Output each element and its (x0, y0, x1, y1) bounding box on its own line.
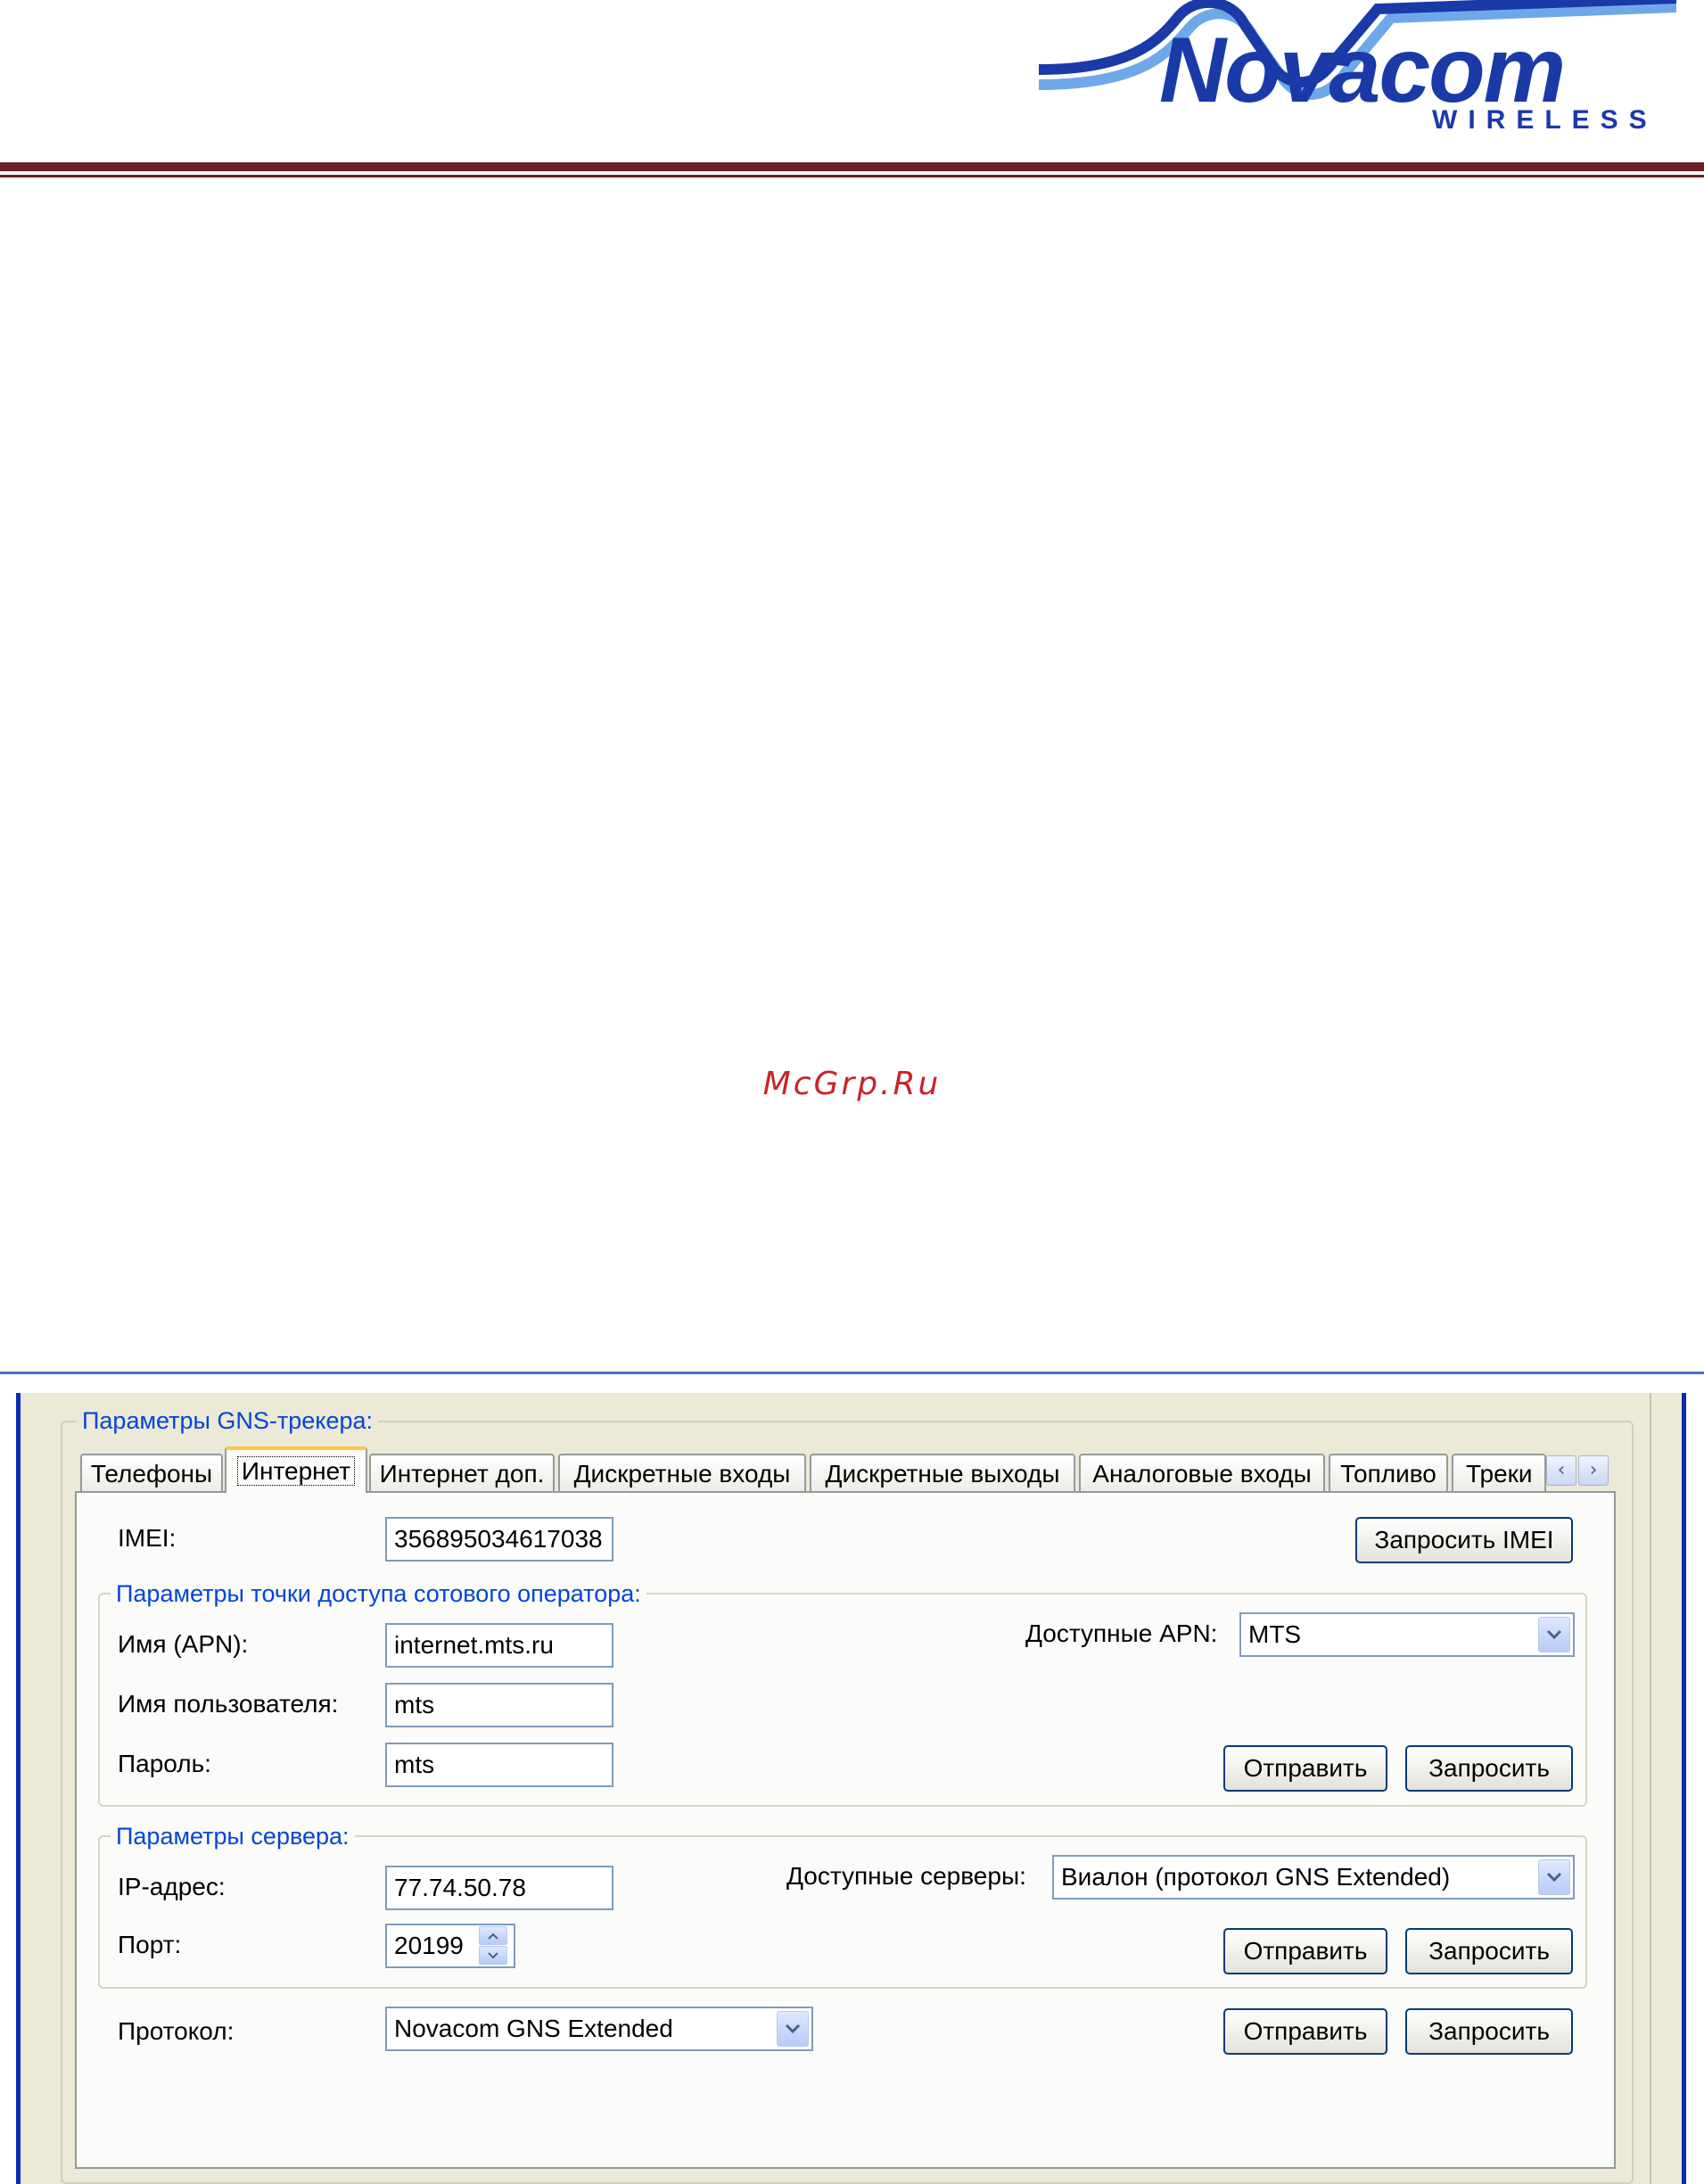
logo-subtitle: WIRELESS (1432, 105, 1658, 135)
tab-label: Аналоговые входы (1092, 1460, 1312, 1488)
ip-field[interactable]: 77.74.50.78 (385, 1866, 613, 1910)
window-left-border (16, 1393, 21, 2184)
protocol-value: Novacom GNS Extended (394, 2015, 673, 2042)
tracker-params-title: Параметры GNS-трекера: (77, 1407, 378, 1435)
tab-label: Дискретные входы (573, 1460, 791, 1488)
spin-up-icon[interactable] (479, 1926, 507, 1945)
tab-discrete-outputs[interactable]: Дискретные выходы (810, 1454, 1075, 1493)
window-side-strip (1650, 1393, 1651, 2184)
username-label: Имя пользователя: (118, 1690, 339, 1718)
spin-down-icon[interactable] (479, 1946, 507, 1965)
tab-label: Интернет (236, 1456, 356, 1486)
tab-discrete-inputs[interactable]: Дискретные входы (558, 1454, 806, 1493)
port-spin-buttons (479, 1926, 509, 1966)
tab-phones[interactable]: Телефоны (80, 1454, 223, 1493)
tab-label: Интернет доп. (379, 1460, 545, 1488)
tab-fuel[interactable]: Топливо (1329, 1454, 1448, 1493)
tab-scroll-right-button[interactable]: › (1578, 1455, 1609, 1486)
tab-label: Дискретные выходы (825, 1460, 1060, 1488)
available-servers-value: Виалон (протокол GNS Extended) (1061, 1863, 1451, 1891)
tab-tracking[interactable]: Треки (1452, 1454, 1546, 1493)
password-field[interactable]: mts (385, 1743, 613, 1787)
password-label: Пароль: (118, 1750, 211, 1777)
screenshot-top-border (0, 1372, 1704, 1374)
header-rule-thin (0, 175, 1704, 177)
server-request-button[interactable]: Запросить (1405, 1928, 1573, 1974)
dropdown-arrow-icon[interactable] (1538, 1859, 1570, 1895)
port-value: 20199 (394, 1932, 464, 1959)
available-servers-label: Доступные серверы: (786, 1862, 1026, 1890)
dropdown-arrow-icon[interactable] (777, 2011, 809, 2047)
apn-group-title: Параметры точки доступа сотового операто… (111, 1580, 646, 1608)
tab-label: Треки (1466, 1460, 1533, 1488)
protocol-select[interactable]: Novacom GNS Extended (385, 2007, 813, 2051)
port-label: Порт: (118, 1931, 182, 1958)
username-field[interactable]: mts (385, 1683, 613, 1727)
available-servers-select[interactable]: Виалон (протокол GNS Extended) (1052, 1855, 1575, 1900)
tab-internet[interactable]: Интернет (225, 1446, 367, 1493)
tab-scroll-left-button[interactable]: ‹ (1546, 1455, 1576, 1486)
server-group-title: Параметры сервера: (111, 1823, 355, 1850)
apn-request-button[interactable]: Запросить (1405, 1745, 1573, 1792)
watermark: McGrp.Ru (762, 1066, 942, 1102)
imei-label: IMEI: (118, 1524, 177, 1552)
imei-field[interactable]: 356895034617038 (385, 1517, 613, 1562)
protocol-request-button[interactable]: Запросить (1405, 2008, 1573, 2055)
protocol-send-button[interactable]: Отправить (1223, 2008, 1387, 2055)
available-apn-label: Доступные APN: (1025, 1619, 1218, 1647)
chevron-left-icon: ‹ (1557, 1459, 1566, 1481)
tab-analog-inputs[interactable]: Аналоговые входы (1079, 1454, 1325, 1493)
tab-label: Топливо (1340, 1460, 1436, 1488)
protocol-label: Протокол: (118, 2017, 235, 2045)
available-apn-select[interactable]: MTS (1239, 1612, 1575, 1657)
dropdown-arrow-icon[interactable] (1538, 1617, 1570, 1652)
apn-send-button[interactable]: Отправить (1223, 1745, 1387, 1792)
window-right-border (1682, 1393, 1686, 2184)
apn-label: Имя (APN): (118, 1630, 249, 1658)
chevron-right-icon: › (1589, 1459, 1598, 1481)
tab-internet-extra[interactable]: Интернет доп. (369, 1454, 555, 1493)
server-send-button[interactable]: Отправить (1223, 1928, 1387, 1974)
request-imei-button[interactable]: Запросить IMEI (1355, 1517, 1573, 1563)
available-apn-value: MTS (1248, 1620, 1302, 1648)
ip-label: IP-адрес: (118, 1873, 226, 1900)
header-rule (0, 162, 1704, 171)
apn-field[interactable]: internet.mts.ru (385, 1623, 613, 1668)
tab-label: Телефоны (90, 1460, 213, 1488)
novacom-logo: Novacom WIRELESS (1034, 0, 1677, 143)
